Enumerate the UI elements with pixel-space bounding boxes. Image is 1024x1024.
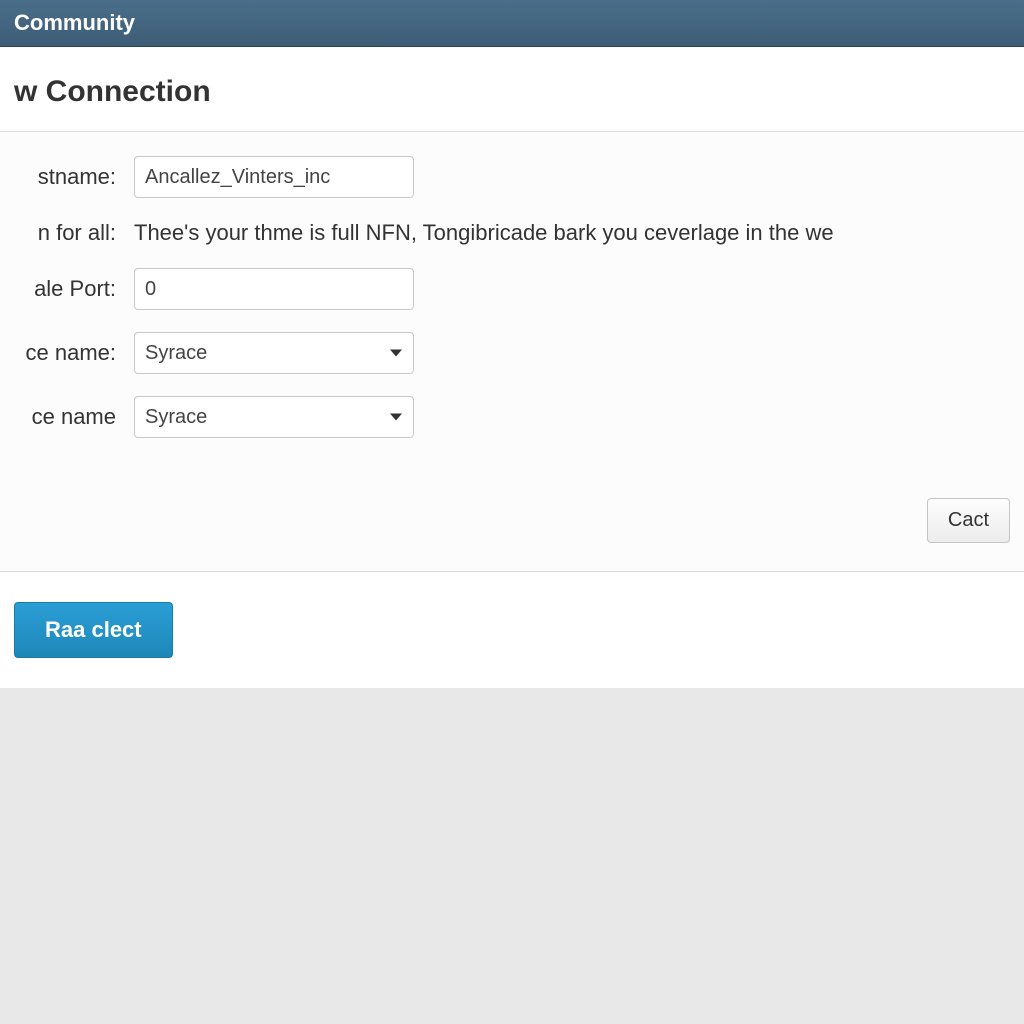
port-input[interactable] <box>134 268 414 310</box>
row-service1: ce name: Syrace <box>14 332 1010 374</box>
below-card-actions: Raa clect <box>0 572 1024 688</box>
service2-select-wrap: Syrace <box>134 396 414 438</box>
label-service2: ce name <box>14 404 134 430</box>
row-hostname: stname: <box>14 156 1010 198</box>
description-text: Thee's your thme is full NFN, Tongibrica… <box>134 220 834 246</box>
service1-select-wrap: Syrace <box>134 332 414 374</box>
topbar: Community <box>0 0 1024 47</box>
label-hostname: stname: <box>14 164 134 190</box>
label-service1: ce name: <box>14 340 134 366</box>
topbar-title: Community <box>14 10 135 35</box>
primary-action-button[interactable]: Raa clect <box>14 602 173 658</box>
card-actions: Cact <box>14 498 1010 543</box>
page-content: w Connection stname: n for all: Thee's y… <box>0 47 1024 688</box>
cancel-button[interactable]: Cact <box>927 498 1010 543</box>
row-port: ale Port: <box>14 268 1010 310</box>
connection-form-card: stname: n for all: Thee's your thme is f… <box>0 131 1024 572</box>
row-service2: ce name Syrace <box>14 396 1010 438</box>
service2-select[interactable]: Syrace <box>134 396 414 438</box>
label-port: ale Port: <box>14 276 134 302</box>
label-description: n for all: <box>14 220 134 246</box>
hostname-input[interactable] <box>134 156 414 198</box>
row-description: n for all: Thee's your thme is full NFN,… <box>14 220 1010 246</box>
page-title: w Connection <box>0 47 1024 131</box>
service1-select[interactable]: Syrace <box>134 332 414 374</box>
